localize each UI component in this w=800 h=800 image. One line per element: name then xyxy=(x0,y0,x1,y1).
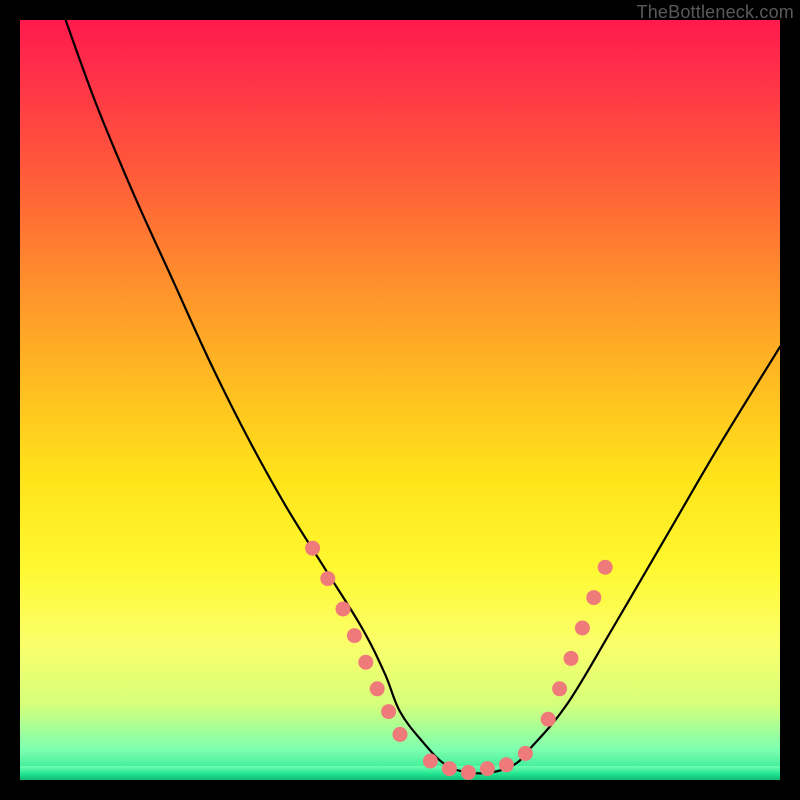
data-marker xyxy=(442,761,457,776)
data-marker xyxy=(347,628,362,643)
data-marker xyxy=(480,761,495,776)
data-marker xyxy=(541,712,556,727)
data-marker xyxy=(393,727,408,742)
data-marker xyxy=(575,621,590,636)
data-marker xyxy=(518,746,533,761)
data-marker xyxy=(370,681,385,696)
data-marker xyxy=(336,602,351,617)
data-marker xyxy=(564,651,579,666)
data-marker xyxy=(598,560,613,575)
data-marker xyxy=(423,754,438,769)
data-marker xyxy=(552,681,567,696)
data-marker xyxy=(358,655,373,670)
data-marker xyxy=(499,757,514,772)
data-marker xyxy=(320,571,335,586)
chart-frame: TheBottleneck.com xyxy=(0,0,800,800)
data-marker xyxy=(305,541,320,556)
bottleneck-curve xyxy=(66,20,780,773)
curve-markers xyxy=(305,541,613,780)
data-marker xyxy=(461,765,476,780)
curve-layer xyxy=(20,20,780,780)
plot-area xyxy=(20,20,780,780)
data-marker xyxy=(381,704,396,719)
data-marker xyxy=(586,590,601,605)
